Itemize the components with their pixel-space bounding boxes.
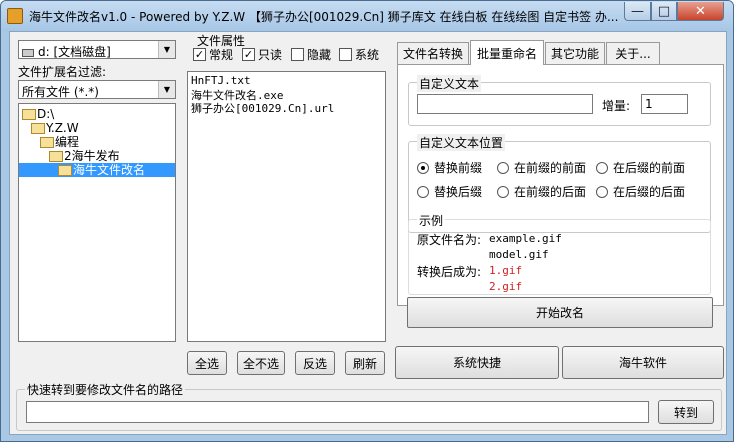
tree-item-selected[interactable]: 海牛文件改名 xyxy=(19,163,175,177)
folder-open-icon xyxy=(31,123,45,134)
tab-other-functions[interactable]: 其它功能 xyxy=(545,42,605,64)
app-icon xyxy=(7,8,23,24)
radio-dot xyxy=(417,161,429,174)
after-file: 2.gif xyxy=(489,280,523,293)
drive-value: d: [文档磁盘] xyxy=(38,45,111,59)
radio-dot xyxy=(497,161,509,174)
tab-filename-convert[interactable]: 文件名转换 xyxy=(397,42,469,64)
close-button[interactable]: ✕ xyxy=(677,2,724,21)
minimize-button[interactable]: — xyxy=(624,2,651,21)
tree-item[interactable]: 编程 xyxy=(40,135,79,149)
radio-dot xyxy=(596,161,608,174)
window-title: 海牛文件改名v1.0 - Powered by Y.Z.W 【狮子办公[0010… xyxy=(29,10,619,24)
invert-selection-button[interactable]: 反选 xyxy=(295,351,335,375)
orig-label: 原文件名为: xyxy=(417,233,482,247)
readonly-checkbox[interactable]: ✓ 只读 xyxy=(242,46,282,63)
after-label: 转换后成为: xyxy=(417,265,482,279)
normal-checkbox[interactable]: ✓ 常规 xyxy=(193,46,233,63)
tab-batch-rename[interactable]: 批量重命名 xyxy=(470,40,544,65)
filter-value: 所有文件 (*.*) xyxy=(22,85,99,99)
after-file: 1.gif xyxy=(489,264,523,277)
radio-replace-prefix[interactable]: 替换前缀 xyxy=(417,159,482,176)
hainiu-software-button[interactable]: 海牛软件 xyxy=(562,346,724,379)
title-bar[interactable]: 海牛文件改名v1.0 - Powered by Y.Z.W 【狮子办公[0010… xyxy=(1,1,733,31)
select-all-button[interactable]: 全选 xyxy=(187,351,227,375)
folder-open-icon xyxy=(58,165,72,176)
radio-dot xyxy=(596,185,608,198)
start-rename-button[interactable]: 开始改名 xyxy=(407,297,713,328)
radio-dot xyxy=(417,185,429,198)
go-button[interactable]: 转到 xyxy=(658,400,714,424)
example-caption: 示例 xyxy=(417,212,446,229)
folder-open-icon xyxy=(49,151,63,162)
batch-rename-page: 自定义文本 增量: 1 自定义文本位置 替换前缀 在前缀的前面 在后缀的前面 替… xyxy=(397,64,724,306)
maximize-button[interactable]: □ xyxy=(651,2,677,21)
radio-after-prefix[interactable]: 在前缀的后面 xyxy=(497,183,586,200)
increment-label: 增量: xyxy=(602,99,631,113)
radio-dot xyxy=(497,185,509,198)
orig-file: example.gif xyxy=(489,232,562,245)
chevron-down-icon[interactable]: ▼ xyxy=(158,41,175,58)
path-input[interactable] xyxy=(26,401,649,423)
file-item[interactable]: HnFTJ.txt xyxy=(191,74,251,87)
tree-item[interactable]: Y.Z.W xyxy=(31,121,79,135)
filter-select[interactable]: 所有文件 (*.*) ▼ xyxy=(18,80,176,99)
custom-text-input[interactable] xyxy=(417,94,593,114)
radio-before-suffix[interactable]: 在后缀的前面 xyxy=(596,159,685,176)
increment-input[interactable]: 1 xyxy=(641,94,688,114)
drive-icon xyxy=(22,48,34,57)
radio-replace-suffix[interactable]: 替换后缀 xyxy=(417,183,482,200)
tree-item[interactable]: 2海牛发布 xyxy=(49,149,120,163)
client-area: d: [文档磁盘] ▼ 文件扩展名过滤: 所有文件 (*.*) ▼ D:\ Y.… xyxy=(9,31,727,435)
file-list[interactable]: HnFTJ.txt 海牛文件改名.exe 狮子办公[001029.Cn].url xyxy=(187,71,386,342)
folder-open-icon xyxy=(22,109,36,120)
path-caption: 快速转到要修改文件名的路径 xyxy=(25,381,186,398)
file-item[interactable]: 狮子办公[001029.Cn].url xyxy=(191,100,334,116)
folder-tree[interactable]: D:\ Y.Z.W 编程 2海牛发布 海牛文件改名 xyxy=(18,103,176,342)
radio-before-prefix[interactable]: 在前缀的前面 xyxy=(497,159,586,176)
app-window: 海牛文件改名v1.0 - Powered by Y.Z.W 【狮子办公[0010… xyxy=(0,0,734,442)
folder-open-icon xyxy=(40,137,54,148)
position-caption: 自定义文本位置 xyxy=(417,134,506,151)
select-none-button[interactable]: 全不选 xyxy=(237,351,285,375)
radio-after-suffix[interactable]: 在后缀的后面 xyxy=(596,183,685,200)
tree-item[interactable]: D:\ xyxy=(22,107,54,121)
drive-select[interactable]: d: [文档磁盘] ▼ xyxy=(18,40,176,59)
tab-about[interactable]: 关于... xyxy=(606,42,660,64)
chevron-down-icon[interactable]: ▼ xyxy=(158,81,175,98)
filter-label: 文件扩展名过滤: xyxy=(18,65,107,79)
system-checkbox[interactable]: 系统 xyxy=(339,46,379,63)
refresh-button[interactable]: 刷新 xyxy=(345,351,385,375)
custom-text-caption: 自定义文本 xyxy=(417,75,482,92)
system-shortcut-button[interactable]: 系统快捷 xyxy=(395,346,559,379)
orig-file: model.gif xyxy=(489,248,549,261)
hidden-checkbox[interactable]: 隐藏 xyxy=(291,46,331,63)
